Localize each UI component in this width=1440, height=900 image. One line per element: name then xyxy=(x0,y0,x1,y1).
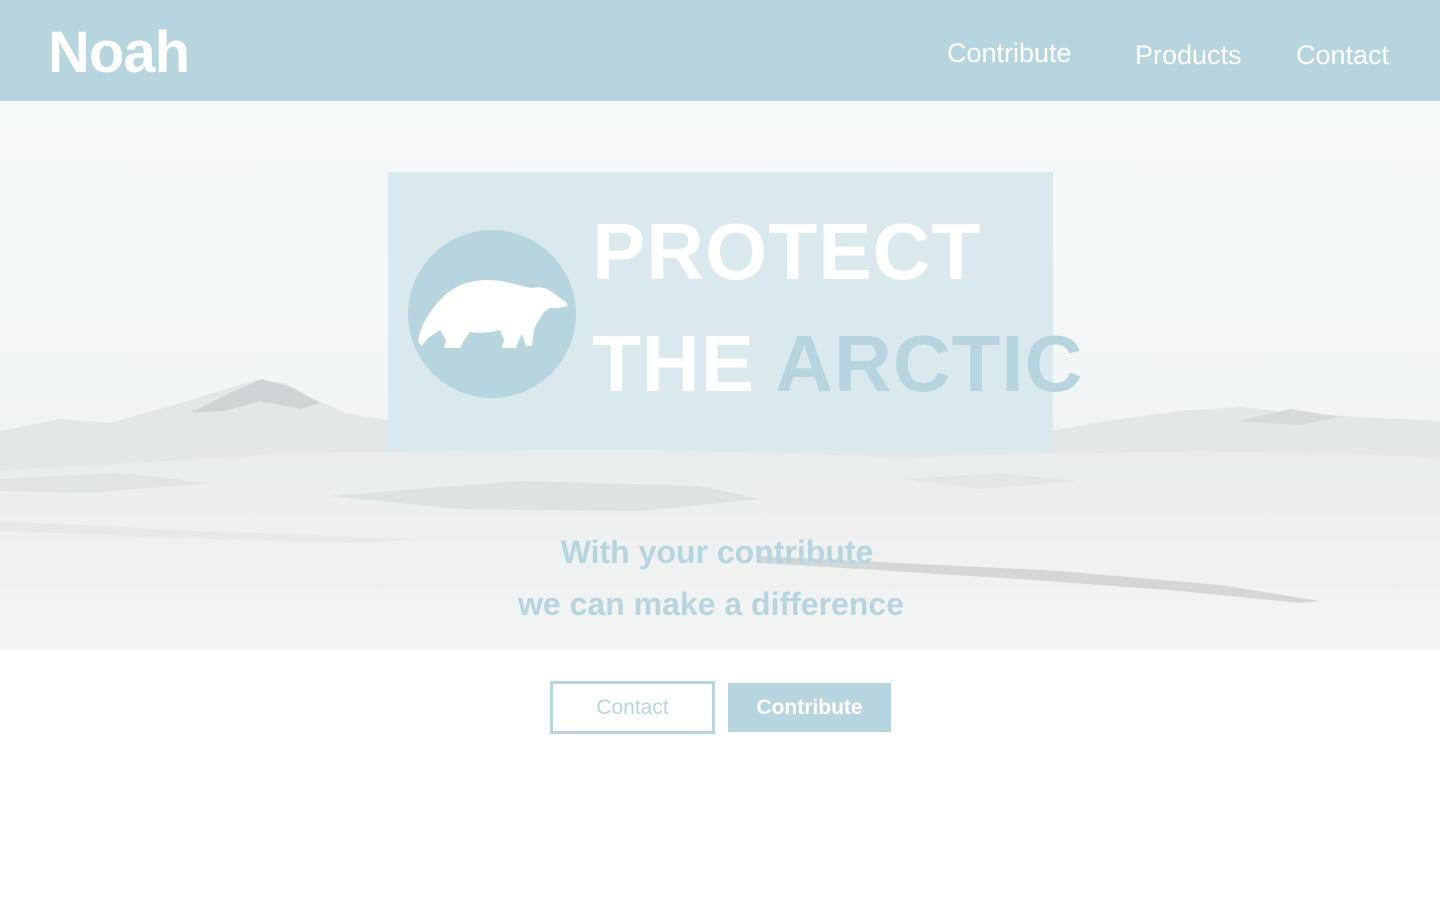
headline-the: THE xyxy=(592,319,776,408)
hero-title-card: PROTECT THE ARCTIC xyxy=(388,172,1082,450)
contribute-button[interactable]: Contribute xyxy=(728,683,891,732)
nav-link-products[interactable]: Products xyxy=(1135,39,1242,71)
tagline-line-1: With your contribute xyxy=(560,534,874,570)
headline-protect: PROTECT xyxy=(592,207,982,296)
site-logo[interactable]: Noah xyxy=(48,18,190,88)
headline-arctic: ARCTIC xyxy=(775,319,1084,408)
polar-bear-icon xyxy=(408,230,576,398)
contact-button[interactable]: Contact xyxy=(550,681,715,734)
nav-link-contribute[interactable]: Contribute xyxy=(947,37,1072,69)
tagline-line-2: we can make a difference xyxy=(518,586,904,622)
hero-banner: PROTECT THE ARCTIC With your contribute … xyxy=(0,101,1440,650)
polar-bear-silhouette xyxy=(418,280,568,348)
site-header: Noah Contribute Products Contact xyxy=(0,0,1440,101)
headline-the-arctic: THE ARCTIC xyxy=(592,318,1083,410)
nav-link-contact[interactable]: Contact xyxy=(1296,39,1389,71)
